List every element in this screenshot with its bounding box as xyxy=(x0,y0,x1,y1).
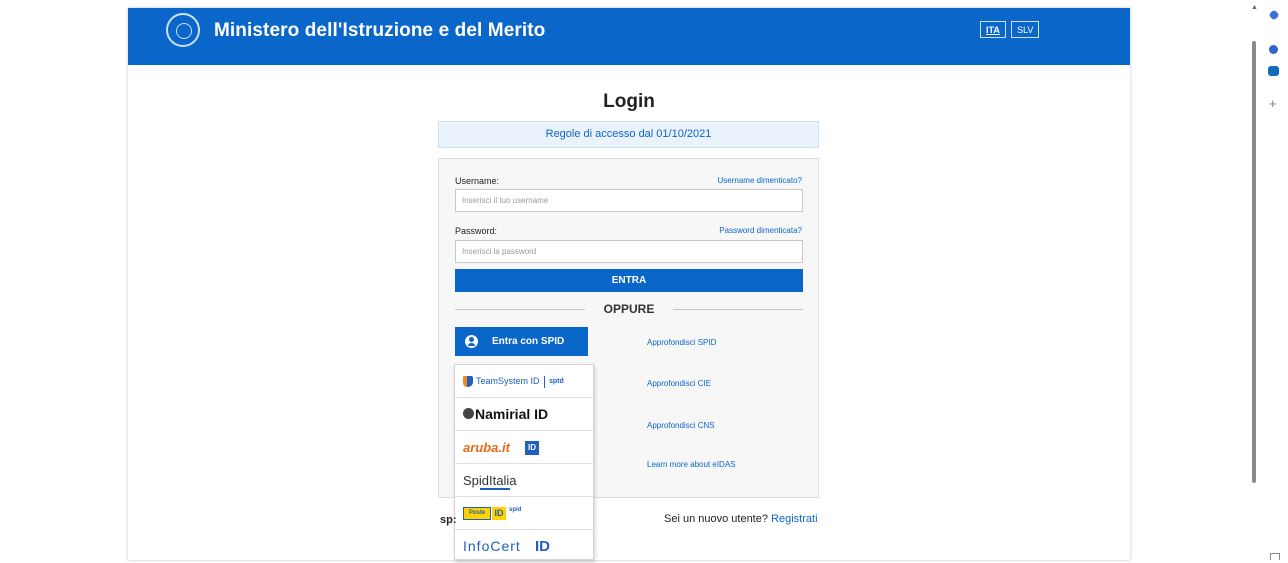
learn-cns-link[interactable]: Approfondisci CNS xyxy=(647,421,715,430)
spid-mark: sptd xyxy=(549,378,564,385)
provider-name: Namirial ID xyxy=(475,406,549,422)
site-header: Ministero dell'Istruzione e del Merito I… xyxy=(128,8,1130,65)
register-link[interactable]: Registrati xyxy=(771,513,817,525)
tag-extension-icon[interactable] xyxy=(1268,9,1280,21)
poste-id-badge: ID xyxy=(492,507,506,520)
underline-decoration xyxy=(480,488,510,490)
spid-provider-dropdown: TeamSystem ID sptd Namirial ID aruba.it … xyxy=(454,364,594,560)
emblem-icon xyxy=(166,13,200,47)
provider-name: SpidItalia xyxy=(463,473,517,488)
aruba-id-badge: ID xyxy=(525,441,539,455)
new-user-text: Sei un nuovo utente? xyxy=(664,513,768,525)
provider-poste[interactable]: Poste ID spid xyxy=(455,497,593,530)
page-container: Ministero dell'Istruzione e del Merito I… xyxy=(128,8,1130,560)
truncated-text: sp: xyxy=(440,514,457,526)
password-label: Password: xyxy=(455,226,498,236)
page-title: Login xyxy=(603,91,655,112)
divider-line xyxy=(673,309,803,310)
or-divider: OPPURE xyxy=(455,301,803,317)
learn-spid-link[interactable]: Approfondisci SPID xyxy=(647,338,716,347)
lang-ita-button[interactable]: ITA xyxy=(980,21,1006,38)
teamsystem-logo-icon xyxy=(463,376,473,387)
browser-sidebar: ▲ + xyxy=(1248,0,1288,560)
separator xyxy=(544,376,545,388)
username-label: Username: xyxy=(455,176,500,186)
user-icon xyxy=(465,335,478,348)
outlook-extension-icon[interactable] xyxy=(1268,66,1279,76)
password-input[interactable]: Inserisci la password xyxy=(455,240,803,263)
access-rules-link[interactable]: Regole di accesso dal 01/10/2021 xyxy=(438,121,819,148)
username-input[interactable]: Inserisci il tuo username xyxy=(455,189,803,212)
copilot-extension-icon[interactable] xyxy=(1269,45,1278,54)
learn-eidas-link[interactable]: Learn more about eIDAS xyxy=(647,460,736,469)
provider-name: TeamSystem ID xyxy=(476,376,540,386)
scrollbar-thumb[interactable] xyxy=(1252,41,1256,483)
provider-namirial[interactable]: Namirial ID xyxy=(455,398,593,431)
provider-spiditalia[interactable]: SpidItalia xyxy=(455,464,593,497)
site-title[interactable]: Ministero dell'Istruzione e del Merito xyxy=(214,20,545,42)
provider-name: Poste xyxy=(463,507,491,520)
provider-name: aruba.it xyxy=(463,440,510,455)
provider-infocert[interactable]: InfoCert ID xyxy=(455,530,593,563)
register-prompt: Sei un nuovo utente? Registrati xyxy=(664,513,818,525)
spid-mark: spid xyxy=(509,507,522,513)
infocert-id-badge: ID xyxy=(535,538,550,555)
provider-teamsystem[interactable]: TeamSystem ID sptd xyxy=(455,365,593,398)
sidebar-settings-icon[interactable] xyxy=(1270,553,1280,560)
learn-cie-link[interactable]: Approfondisci CIE xyxy=(647,379,711,388)
password-forgot-link[interactable]: Password dimenticata? xyxy=(719,226,802,235)
namirial-logo-icon xyxy=(463,408,474,419)
spid-button-label: Entra con SPID xyxy=(492,336,565,347)
provider-name: InfoCert xyxy=(463,538,521,554)
lang-slv-button[interactable]: SLV xyxy=(1011,21,1040,38)
scroll-up-arrow-icon[interactable]: ▲ xyxy=(1251,4,1258,11)
username-forgot-link[interactable]: Username dimenticato? xyxy=(718,176,802,185)
provider-aruba[interactable]: aruba.it ID xyxy=(455,431,593,464)
spid-login-button[interactable]: Entra con SPID xyxy=(455,327,588,356)
login-submit-button[interactable]: ENTRA xyxy=(455,269,803,292)
add-extension-icon[interactable]: + xyxy=(1269,96,1277,111)
